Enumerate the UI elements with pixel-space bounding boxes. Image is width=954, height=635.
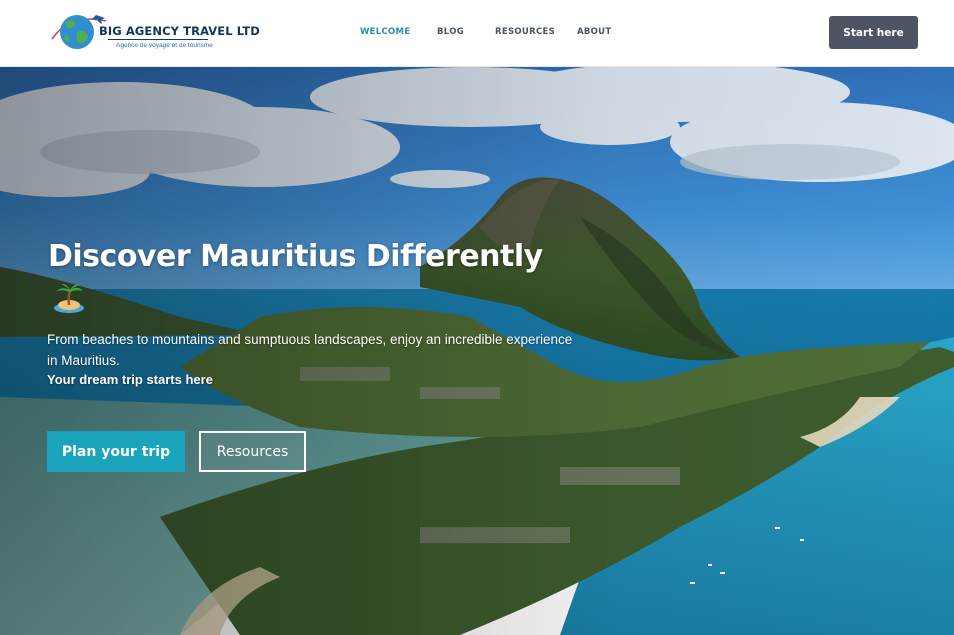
resources-button[interactable]: Resources — [199, 431, 306, 472]
brand-divider — [108, 39, 208, 40]
hero-description: From beaches to mountains and sumptuous … — [47, 332, 573, 368]
hero-section: Discover Mauritius Differently From beac… — [0, 67, 954, 635]
nav-welcome[interactable]: WELCOME — [360, 27, 410, 37]
plan-trip-button[interactable]: Plan your trip — [47, 431, 185, 472]
nav-resources[interactable]: RESOURCES — [495, 27, 555, 37]
brand-logo[interactable]: BIG AGENCY TRAVEL LTD Agence de voyage e… — [50, 9, 260, 57]
hero-content: Discover Mauritius Differently From beac… — [0, 67, 954, 635]
start-here-button[interactable]: Start here — [829, 16, 918, 49]
site-header: BIG AGENCY TRAVEL LTD Agence de voyage e… — [0, 0, 954, 67]
desert-island-icon — [54, 283, 84, 313]
nav-about[interactable]: ABOUT — [577, 27, 611, 37]
brand-tagline: Agence de voyage et de tourisme — [116, 42, 213, 49]
brand-name: BIG AGENCY TRAVEL LTD — [99, 24, 260, 38]
nav-blog[interactable]: BLOG — [437, 27, 464, 37]
hero-title: Discover Mauritius Differently — [48, 239, 543, 274]
hero-cta-text: Your dream trip starts here — [47, 372, 213, 387]
